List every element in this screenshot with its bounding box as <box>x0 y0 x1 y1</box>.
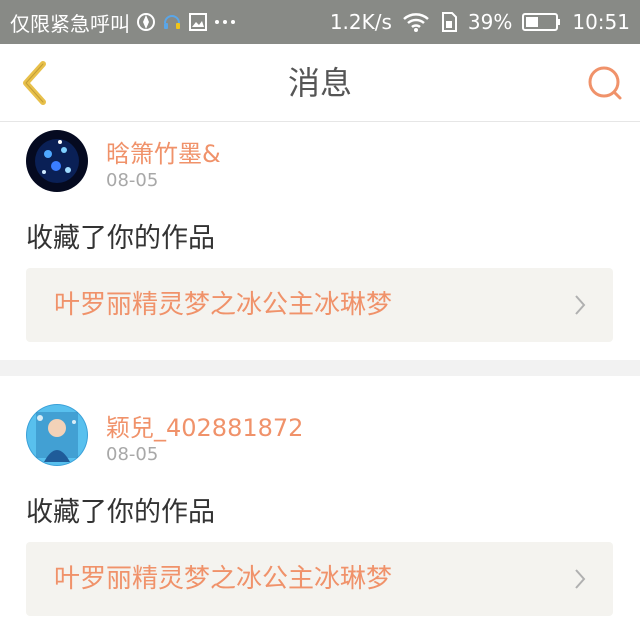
message-item: 晗箫竹墨& 08-05 收藏了你的作品 叶罗丽精灵梦之冰公主冰琳梦 <box>0 122 640 360</box>
work-title: 叶罗丽精灵梦之冰公主冰琳梦 <box>54 290 393 320</box>
status-bar-right: 1.2K/s 39% 10:51 <box>330 0 630 44</box>
username[interactable]: 颖兒_402881872 <box>106 408 303 443</box>
headset-icon <box>162 11 182 33</box>
work-title: 叶罗丽精灵梦之冰公主冰琳梦 <box>54 564 393 594</box>
username[interactable]: 晗箫竹墨& <box>106 134 221 169</box>
wifi-icon <box>402 11 430 33</box>
location-icon <box>136 12 156 32</box>
carrier-text: 仅限紧急呼叫 <box>10 11 130 36</box>
chevron-right-icon <box>575 295 586 315</box>
chevron-left-icon <box>23 61 46 105</box>
page-title: 消息 <box>287 64 352 102</box>
more-dots-icon <box>214 18 236 26</box>
battery-percent-text: 39% <box>467 10 513 34</box>
status-bar: 仅限紧急呼叫 1.2K/s 39% 10:51 <box>0 0 640 44</box>
work-link[interactable]: 叶罗丽精灵梦之冰公主冰琳梦 <box>26 268 613 342</box>
message-date: 08-05 <box>106 170 159 191</box>
back-button[interactable] <box>14 58 54 108</box>
message-item: 颖兒_402881872 08-05 收藏了你的作品 叶罗丽精灵梦之冰公主冰琳梦 <box>0 376 640 631</box>
title-bar: 消息 <box>0 44 640 122</box>
battery-icon <box>522 11 562 33</box>
message-list[interactable]: 晗箫竹墨& 08-05 收藏了你的作品 叶罗丽精灵梦之冰公主冰琳梦 颖兒_402… <box>0 122 640 631</box>
net-speed-text: 1.2K/s <box>329 10 392 34</box>
section-divider <box>0 360 640 376</box>
search-button[interactable] <box>584 62 626 104</box>
avatar[interactable] <box>26 404 88 466</box>
image-icon <box>188 12 208 32</box>
search-icon <box>588 66 622 100</box>
message-date: 08-05 <box>106 444 159 465</box>
sim-icon <box>440 11 458 33</box>
clock-text: 10:51 <box>572 10 630 34</box>
chevron-right-icon <box>575 569 586 589</box>
status-bar-left: 仅限紧急呼叫 <box>10 0 236 44</box>
avatar[interactable] <box>26 130 88 192</box>
action-text: 收藏了你的作品 <box>26 223 215 254</box>
action-text: 收藏了你的作品 <box>26 497 215 528</box>
work-link[interactable]: 叶罗丽精灵梦之冰公主冰琳梦 <box>26 542 613 616</box>
